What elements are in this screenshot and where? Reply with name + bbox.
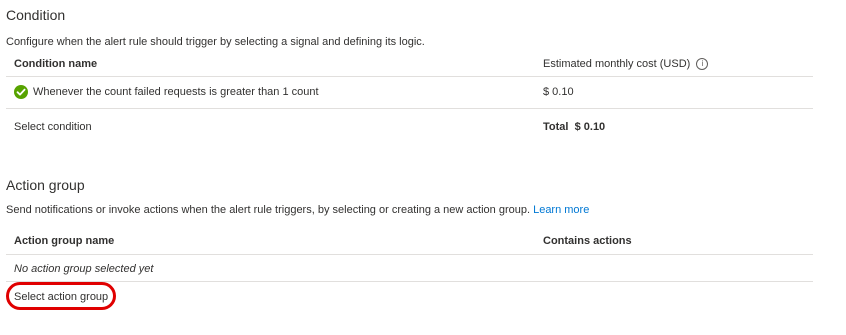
action-group-row-divider [6,281,813,282]
condition-section-title: Condition [6,7,66,23]
condition-description: Configure when the alert rule should tri… [6,36,425,48]
estimated-cost-header-label: Estimated monthly cost (USD) [543,58,691,70]
action-group-description: Send notifications or invoke actions whe… [6,204,589,216]
condition-row-link[interactable]: Whenever the count failed requests is gr… [33,86,319,98]
action-group-empty-text: No action group selected yet [14,263,154,275]
action-group-header-divider [6,254,813,255]
action-group-section-title: Action group [6,177,85,193]
action-group-name-header: Action group name [14,235,115,247]
condition-total: Total $ 0.10 [543,121,605,133]
learn-more-link[interactable]: Learn more [533,204,589,216]
select-condition-link[interactable]: Select condition [14,121,92,133]
total-value: $ 0.10 [574,121,606,133]
condition-row-cost: $ 0.10 [543,86,574,98]
estimated-cost-header: Estimated monthly cost (USD) i [543,58,709,70]
select-action-group-link[interactable]: Select action group [14,291,108,303]
total-label: Total [543,121,569,133]
contains-actions-header: Contains actions [543,235,632,247]
condition-header-divider [6,76,813,77]
condition-name-header: Condition name [14,58,98,70]
condition-row-divider [6,108,813,109]
info-icon[interactable]: i [696,58,709,70]
action-group-description-text: Send notifications or invoke actions whe… [6,204,531,216]
check-circle-icon [14,85,28,99]
